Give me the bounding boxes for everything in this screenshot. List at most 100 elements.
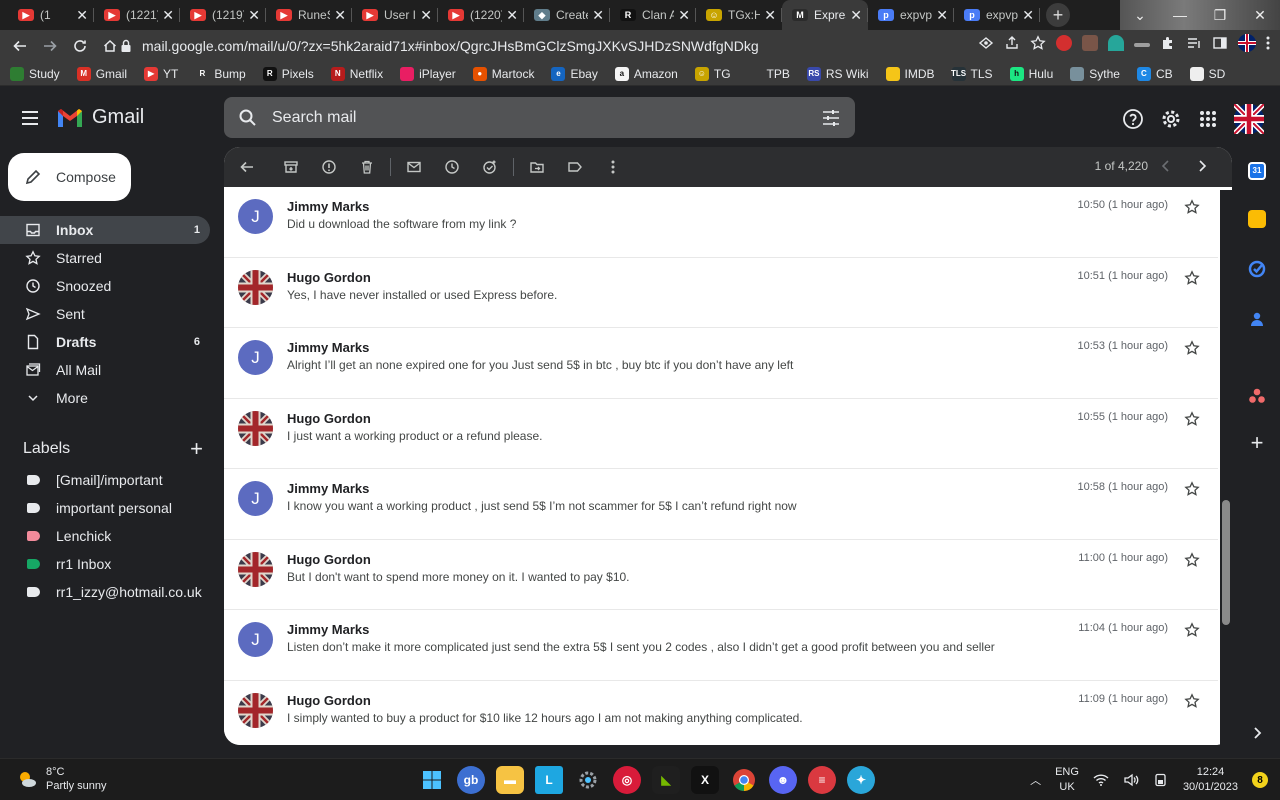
browser-tab[interactable]: ▶ (1219) ✕ xyxy=(180,0,266,30)
sender-name[interactable]: Hugo Gordon xyxy=(287,693,371,708)
tab-close-icon[interactable]: ✕ xyxy=(76,7,88,24)
archive-button[interactable] xyxy=(272,148,310,186)
bookmark-item[interactable]: ▶ YT xyxy=(144,66,178,81)
show-hidden-icons-icon[interactable]: ︿ xyxy=(1030,772,1041,788)
address-bar[interactable]: mail.google.com/mail/u/0/?zx=5hk2araid71… xyxy=(120,32,1020,60)
restore-button[interactable]: ❐ xyxy=(1200,7,1240,24)
add-label-button[interactable]: + xyxy=(190,436,203,462)
wifi-icon[interactable] xyxy=(1093,773,1109,787)
chrome-icon[interactable] xyxy=(730,766,758,794)
compose-button[interactable]: Compose xyxy=(8,153,131,201)
star-icon[interactable] xyxy=(1184,551,1200,568)
close-window-button[interactable]: ✕ xyxy=(1240,7,1280,24)
tab-close-icon[interactable]: ✕ xyxy=(936,7,948,24)
star-icon[interactable] xyxy=(1184,481,1200,497)
help-icon[interactable] xyxy=(1122,108,1144,130)
report-spam-button[interactable] xyxy=(310,148,348,186)
nav-item-starred[interactable]: Starred xyxy=(0,244,210,272)
browser-tab[interactable]: p expvp ✕ xyxy=(868,0,954,30)
bookmark-star-icon[interactable] xyxy=(1030,35,1046,51)
tab-close-icon[interactable]: ✕ xyxy=(162,7,174,24)
adblock-icon[interactable] xyxy=(1056,35,1072,51)
more-actions-button[interactable] xyxy=(594,148,632,186)
get-addons-icon[interactable]: + xyxy=(1248,432,1266,454)
search-icon[interactable] xyxy=(238,108,258,128)
message-item[interactable]: Hugo Gordon I just want a working product… xyxy=(224,399,1218,469)
star-icon[interactable] xyxy=(1184,340,1200,356)
search-input[interactable] xyxy=(272,108,772,127)
browser-tab[interactable]: M Expres ✕ xyxy=(782,0,868,30)
message-snippet[interactable]: I simply wanted to buy a product for $10… xyxy=(287,711,803,725)
media-icon[interactable] xyxy=(1186,35,1202,51)
bookmark-item[interactable]: TLS TLS xyxy=(951,66,993,81)
nav-item-more[interactable]: More xyxy=(0,384,210,412)
red-app-icon[interactable]: ◎ xyxy=(613,766,641,794)
back-to-inbox-button[interactable] xyxy=(228,148,266,186)
sender-name[interactable]: Jimmy Marks xyxy=(287,622,369,637)
sender-avatar[interactable] xyxy=(238,551,273,587)
gmail-logo[interactable]: Gmail xyxy=(56,106,144,129)
url-text[interactable]: mail.google.com/mail/u/0/?zx=5hk2araid71… xyxy=(142,38,759,54)
message-item[interactable]: J Jimmy Marks Did u download the software … xyxy=(224,187,1218,258)
bookmark-item[interactable]: RS RS Wiki xyxy=(806,66,869,81)
account-avatar[interactable] xyxy=(1234,104,1264,134)
star-icon[interactable] xyxy=(1184,692,1200,709)
bookmark-item[interactable]: a Amazon xyxy=(614,66,678,81)
bookmark-item[interactable]: Study xyxy=(10,66,60,81)
message-snippet[interactable]: I know you want a working product , just… xyxy=(287,499,797,513)
delete-button[interactable] xyxy=(348,148,386,186)
message-snippet[interactable]: Alright I’ll get an none expired one for… xyxy=(287,358,793,372)
weather-widget[interactable]: 8°C Partly sunny xyxy=(16,765,107,793)
browser-tab[interactable]: ▶ (1220) ✕ xyxy=(438,0,524,30)
bookmark-item[interactable]: ☺ TG xyxy=(694,66,731,81)
star-icon[interactable] xyxy=(1184,410,1200,427)
file-explorer-icon[interactable]: ▬ xyxy=(496,766,524,794)
star-icon[interactable] xyxy=(1184,199,1200,215)
sender-name[interactable]: Hugo Gordon xyxy=(287,552,371,567)
sender-name[interactable]: Jimmy Marks xyxy=(287,481,369,496)
message-snippet[interactable]: Listen don’t make it more complicated ju… xyxy=(287,640,995,654)
bookmark-item[interactable]: e Ebay xyxy=(551,66,598,81)
sender-avatar[interactable]: J xyxy=(238,199,273,234)
sender-avatar[interactable]: J xyxy=(238,340,273,375)
browser-tab[interactable]: ☺ TGx:H ✕ xyxy=(696,0,782,30)
snooze-button[interactable] xyxy=(433,148,471,186)
view-icon[interactable] xyxy=(978,35,994,51)
tab-close-icon[interactable]: ✕ xyxy=(420,7,432,24)
forward-button[interactable] xyxy=(36,32,64,60)
bookmark-item[interactable]: SD xyxy=(1189,66,1225,81)
keep-icon[interactable] xyxy=(1248,210,1266,228)
browser-tab[interactable]: ▶ RuneS ✕ xyxy=(266,0,352,30)
message-item[interactable]: Hugo Gordon But I don't want to spend mor… xyxy=(224,540,1218,610)
bookmark-item[interactable]: Sythe xyxy=(1070,66,1120,81)
nav-item-sent[interactable]: Sent xyxy=(0,300,210,328)
message-item[interactable]: Hugo Gordon I simply wanted to buy a prod… xyxy=(224,681,1218,746)
add-to-tasks-button[interactable] xyxy=(471,148,509,186)
expressvpn-icon[interactable]: ≡ xyxy=(808,766,836,794)
browser-tab[interactable]: ▶ User I ✕ xyxy=(352,0,438,30)
addon-icon[interactable] xyxy=(1248,387,1266,405)
mark-unread-button[interactable] xyxy=(395,148,433,186)
message-snippet[interactable]: I just want a working product or a refun… xyxy=(287,429,542,443)
label-item[interactable]: Lenchick xyxy=(0,522,210,550)
search-options-icon[interactable] xyxy=(821,108,841,128)
tab-close-icon[interactable]: ✕ xyxy=(678,7,690,24)
tasks-icon[interactable] xyxy=(1248,260,1266,278)
tab-close-icon[interactable]: ✕ xyxy=(764,7,776,24)
bookmark-item[interactable]: R Pixels xyxy=(262,66,314,81)
tab-close-icon[interactable]: ✕ xyxy=(248,7,260,24)
sender-avatar[interactable]: J xyxy=(238,481,273,516)
reload-button[interactable] xyxy=(66,32,94,60)
labels-button[interactable] xyxy=(556,148,594,186)
sender-avatar[interactable] xyxy=(238,410,273,446)
scrollbar-thumb[interactable] xyxy=(1222,500,1230,625)
sender-avatar[interactable]: J xyxy=(238,622,273,657)
nav-item-inbox[interactable]: Inbox 1 xyxy=(0,216,210,244)
volume-icon[interactable] xyxy=(1123,773,1139,787)
bookmark-item[interactable]: TPB xyxy=(747,66,790,81)
label-item[interactable]: important personal xyxy=(0,494,210,522)
contacts-icon[interactable] xyxy=(1248,310,1266,328)
nvidia-icon[interactable]: ◣ xyxy=(652,766,680,794)
puzzle-icon[interactable] xyxy=(1160,35,1176,51)
minimize-button[interactable]: — xyxy=(1160,7,1200,23)
